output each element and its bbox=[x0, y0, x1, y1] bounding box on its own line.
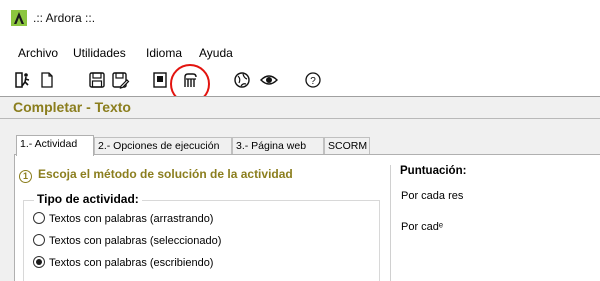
title-bar: .:: Ardora ::. bbox=[0, 0, 600, 36]
new-file-icon[interactable] bbox=[37, 70, 57, 90]
export-icon[interactable] bbox=[150, 70, 170, 90]
page-title: Completar - Texto bbox=[13, 99, 131, 115]
exit-icon[interactable] bbox=[13, 70, 33, 90]
preview-icon[interactable] bbox=[259, 70, 279, 90]
radio-button-checked[interactable] bbox=[33, 256, 45, 268]
radio-label: Textos con palabras (seleccionado) bbox=[49, 235, 222, 247]
toolbar: ? bbox=[0, 66, 600, 94]
step-text: Escoja el método de solución de la activ… bbox=[38, 167, 293, 181]
radio-option-seleccionado[interactable]: Textos con palabras (seleccionado) bbox=[33, 234, 221, 247]
tab-panel-actividad: 1 Escoja el método de solución de la acti… bbox=[14, 154, 600, 281]
tab-scorm[interactable]: SCORM bbox=[324, 137, 370, 155]
ardora-logo-icon bbox=[11, 10, 27, 26]
tab-pagina-web[interactable]: 3.- Página web bbox=[232, 137, 324, 155]
step-number-badge: 1 bbox=[19, 170, 32, 183]
menu-utilidades[interactable]: Utilidades bbox=[73, 46, 126, 60]
scoring-title: Puntuación: bbox=[400, 165, 467, 177]
radio-label: Textos con palabras (escribiendo) bbox=[49, 257, 214, 269]
svg-text:?: ? bbox=[310, 76, 316, 87]
save-as-icon[interactable] bbox=[110, 70, 130, 90]
radio-button[interactable] bbox=[33, 212, 45, 224]
menu-ayuda[interactable]: Ayuda bbox=[199, 46, 233, 60]
activity-type-group: Tipo de actividad: Textos con palabras (… bbox=[23, 192, 380, 281]
step-heading: 1 Escoja el método de solución de la acti… bbox=[19, 167, 293, 183]
column-divider bbox=[390, 165, 391, 281]
menu-archivo[interactable]: Archivo bbox=[18, 46, 58, 60]
radio-label: Textos con palabras (arrastrando) bbox=[49, 213, 214, 225]
window-title: .:: Ardora ::. bbox=[33, 11, 96, 25]
menu-idioma[interactable]: Idioma bbox=[146, 46, 182, 60]
title-divider bbox=[0, 118, 600, 119]
radio-option-escribiendo[interactable]: Textos con palabras (escribiendo) bbox=[33, 256, 213, 269]
tab-opciones-ejecucion[interactable]: 2.- Opciones de ejecución bbox=[94, 137, 232, 155]
score-per-correct-label: Por cada res bbox=[401, 190, 464, 202]
activity-type-label: Tipo de actividad: bbox=[34, 192, 142, 206]
main-area: Completar - Texto 1.- Actividad 2.- Opci… bbox=[0, 96, 600, 281]
score-per-item-label: Por cadᵉ bbox=[401, 221, 443, 233]
help-icon[interactable]: ? bbox=[303, 70, 323, 90]
menu-bar: Archivo Utilidades Idioma Ayuda bbox=[0, 46, 600, 64]
save-icon[interactable] bbox=[87, 70, 107, 90]
radio-option-arrastrando[interactable]: Textos con palabras (arrastrando) bbox=[33, 212, 213, 225]
tab-actividad[interactable]: 1.- Actividad bbox=[16, 135, 94, 156]
web-icon[interactable] bbox=[232, 70, 252, 90]
radio-button[interactable] bbox=[33, 234, 45, 246]
